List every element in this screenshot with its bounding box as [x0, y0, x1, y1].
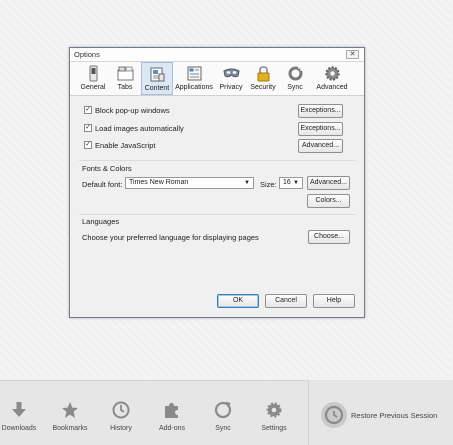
tab-content[interactable]: Content — [141, 62, 173, 95]
images-label: Load images automatically — [95, 124, 184, 133]
tab-applications[interactable]: Applications — [173, 62, 215, 95]
mask-icon — [222, 68, 240, 78]
settings-label: Settings — [261, 425, 287, 432]
chevron-down-icon: ▼ — [293, 180, 299, 186]
tab-general-label: General — [80, 84, 106, 91]
separator — [79, 160, 356, 161]
advanced-fonts-button[interactable]: Advanced... — [307, 176, 350, 190]
downloads-label: Downloads — [1, 425, 37, 432]
sync-icon — [288, 66, 302, 81]
javascript-checkbox[interactable]: ✓ — [84, 141, 92, 149]
images-checkbox[interactable]: ✓ — [84, 124, 92, 132]
tab-content-label: Content — [144, 85, 170, 92]
cancel-button[interactable]: Cancel — [265, 294, 307, 308]
clock-icon — [112, 401, 130, 419]
chevron-down-icon: ▼ — [244, 180, 250, 186]
fonts-colors-header: Fonts & Colors — [82, 164, 132, 173]
help-button[interactable]: Help — [313, 294, 355, 308]
content-icon — [150, 67, 164, 82]
javascript-label: Enable JavaScript — [95, 141, 156, 150]
switch-icon — [89, 65, 97, 82]
images-row: ✓ Load images automatically Exceptions..… — [79, 122, 356, 136]
choose-language-button[interactable]: Choose... — [308, 230, 350, 244]
sync-icon — [214, 401, 232, 419]
separator — [79, 214, 356, 215]
popups-row: ✓ Block pop-up windows Exceptions... — [79, 104, 356, 118]
colors-button[interactable]: Colors... — [307, 194, 350, 208]
default-font-select[interactable]: Times New Roman ▼ — [125, 177, 254, 189]
tab-sync-label: Sync — [287, 84, 303, 91]
restore-session-label: Restore Previous Session — [351, 411, 438, 420]
tab-tabs-label: Tabs — [117, 84, 133, 91]
restore-icon — [321, 402, 347, 428]
tab-security-label: Security — [250, 84, 276, 91]
tab-privacy-label: Privacy — [219, 84, 243, 91]
puzzle-icon — [165, 403, 178, 418]
tab-advanced[interactable]: Advanced — [311, 62, 353, 95]
options-toolbar: General Tabs Content Applications Privac… — [70, 62, 364, 96]
exceptions-popups-button[interactable]: Exceptions... — [298, 104, 343, 118]
dialog-titlebar: Options ✕ — [70, 48, 364, 62]
bookmarks-label: Bookmarks — [52, 425, 88, 432]
font-size-value: 16 — [283, 179, 291, 186]
lock-icon — [257, 66, 269, 82]
addons-label: Add-ons — [158, 425, 186, 432]
popups-checkbox[interactable]: ✓ — [84, 106, 92, 114]
sync-launcher[interactable]: Sync — [201, 401, 245, 432]
tab-security[interactable]: Security — [247, 62, 279, 95]
dialog-title: Options — [74, 50, 100, 59]
options-dialog: Options ✕ General Tabs Content Applicati… — [69, 47, 365, 318]
tab-tabs[interactable]: Tabs — [109, 62, 141, 95]
download-icon — [12, 402, 26, 417]
popups-label: Block pop-up windows — [95, 106, 170, 115]
ok-button[interactable]: OK — [217, 294, 259, 308]
size-label: Size: — [260, 180, 277, 189]
bookmarks-launcher[interactable]: Bookmarks — [48, 401, 92, 432]
downloads-launcher[interactable]: Downloads — [0, 401, 41, 432]
exceptions-images-button[interactable]: Exceptions... — [298, 122, 343, 136]
tab-privacy[interactable]: Privacy — [215, 62, 247, 95]
languages-text: Choose your preferred language for displ… — [82, 233, 259, 242]
tabs-icon — [117, 66, 133, 81]
default-font-value: Times New Roman — [129, 179, 189, 186]
star-icon — [62, 402, 78, 418]
addons-launcher[interactable]: Add-ons — [150, 401, 194, 432]
history-launcher[interactable]: History — [99, 401, 143, 432]
font-size-select[interactable]: 16 ▼ — [279, 177, 303, 189]
languages-header: Languages — [82, 217, 120, 226]
tab-sync[interactable]: Sync — [279, 62, 311, 95]
tab-applications-label: Applications — [175, 84, 213, 91]
applications-icon — [187, 66, 201, 81]
settings-launcher[interactable]: Settings — [252, 401, 296, 432]
gear-icon — [266, 402, 282, 418]
tab-advanced-label: Advanced — [316, 84, 348, 91]
gear-icon — [324, 66, 340, 81]
advanced-javascript-button[interactable]: Advanced... — [298, 139, 343, 153]
tab-general[interactable]: General — [77, 62, 109, 95]
sync-label: Sync — [215, 425, 231, 432]
javascript-row: ✓ Enable JavaScript Advanced... — [79, 139, 356, 153]
default-font-label: Default font: — [82, 180, 123, 189]
restore-session-button[interactable]: Restore Previous Session — [308, 380, 453, 445]
close-button[interactable]: ✕ — [346, 50, 359, 59]
history-label: History — [110, 425, 132, 432]
